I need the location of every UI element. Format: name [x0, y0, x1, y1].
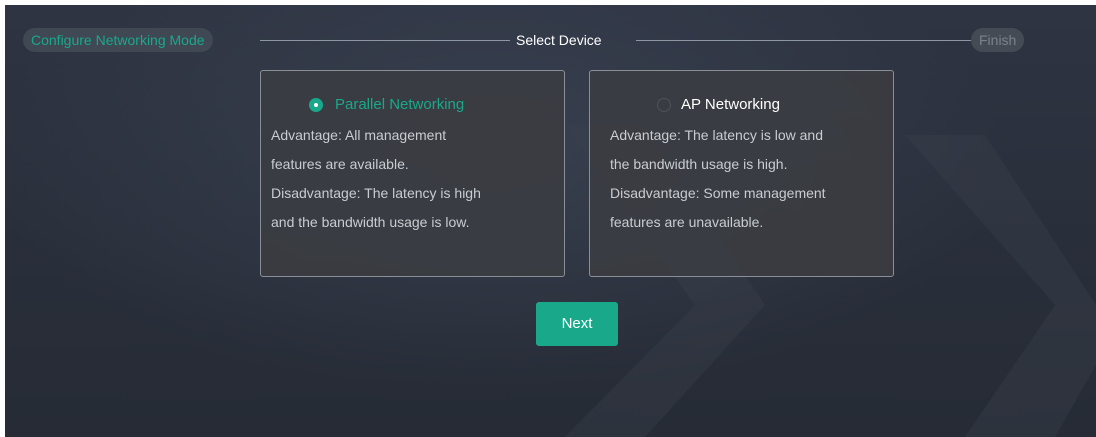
- description-line: Advantage: The latency is low and: [610, 127, 823, 143]
- description-line: and the bandwidth usage is low.: [271, 214, 470, 230]
- description-line: Advantage: All management: [271, 127, 447, 143]
- step-progress-bar: Configure Networking Mode Select Device …: [5, 25, 1096, 55]
- option-header: Parallel Networking: [261, 95, 564, 115]
- wizard-frame: Configure Networking Mode Select Device …: [5, 5, 1096, 437]
- step-finish: Finish: [971, 28, 1025, 52]
- option-title-parallel: Parallel Networking: [335, 96, 465, 113]
- next-button[interactable]: Next: [536, 302, 618, 346]
- description-line: Disadvantage: The latency is high: [271, 185, 481, 201]
- description-line: Disadvantage: Some management: [610, 185, 826, 201]
- description-line: the bandwidth usage is high.: [610, 156, 788, 172]
- step-configure-networking-mode: Configure Networking Mode: [23, 28, 213, 52]
- radio-selected-icon[interactable]: [309, 98, 323, 112]
- step-connector: [636, 40, 971, 41]
- option-description-parallel: Advantage: All management features are a…: [271, 121, 561, 237]
- description-line: features are available.: [271, 156, 409, 172]
- background-chevron-2: [905, 135, 1096, 437]
- step-connector: [260, 40, 510, 41]
- option-header: AP Networking: [590, 95, 893, 115]
- description-line: features are unavailable.: [610, 214, 764, 230]
- radio-unselected-icon[interactable]: [657, 98, 671, 112]
- step-select-device: Select Device: [516, 32, 602, 48]
- option-card-parallel-networking[interactable]: Parallel Networking Advantage: All manag…: [260, 70, 565, 277]
- option-description-ap: Advantage: The latency is low and the ba…: [610, 121, 900, 237]
- option-card-ap-networking[interactable]: AP Networking Advantage: The latency is …: [589, 70, 894, 277]
- option-title-ap: AP Networking: [681, 96, 780, 113]
